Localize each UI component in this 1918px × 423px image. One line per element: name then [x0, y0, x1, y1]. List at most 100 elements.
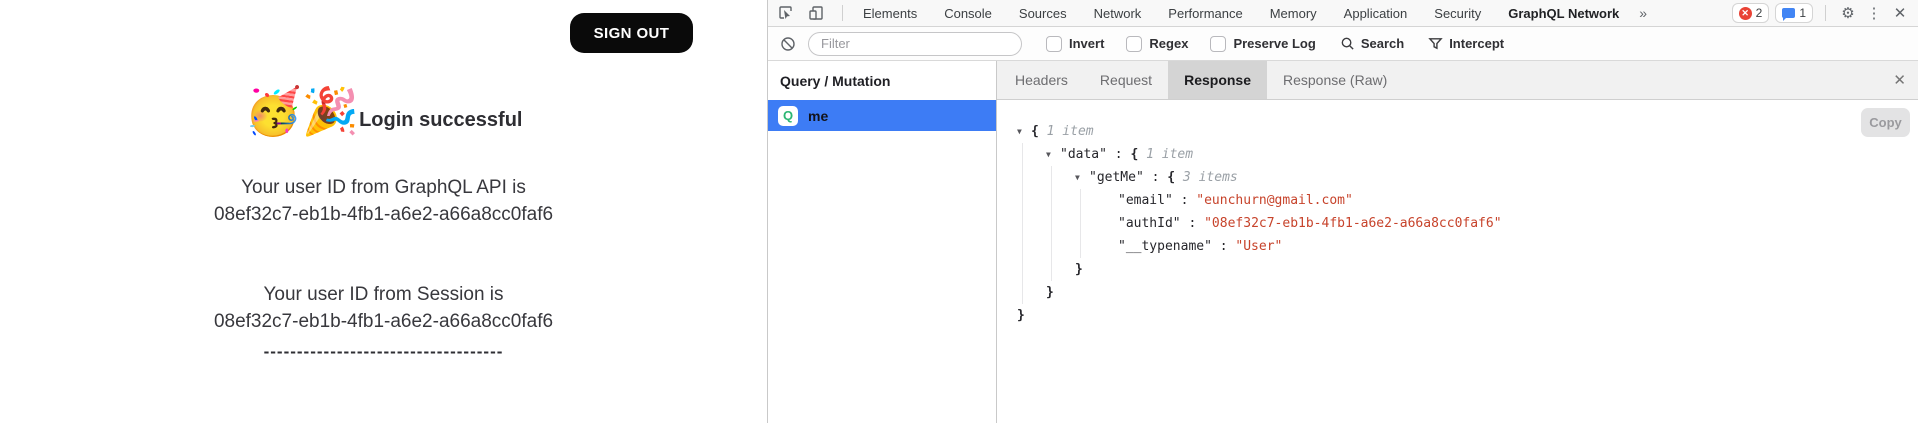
login-success-row: 🥳🎉 Login successful — [0, 86, 767, 137]
sign-out-button[interactable]: SIGN OUT — [570, 13, 693, 53]
json-tree-row: } — [1017, 304, 1918, 327]
json-token-meta: 1 item — [1039, 124, 1094, 139]
search-label: Search — [1361, 36, 1404, 51]
indent-guide — [1051, 212, 1075, 235]
regex-checkbox[interactable]: Regex — [1126, 36, 1188, 52]
indent-guide — [1022, 143, 1046, 166]
session-user-id-block: Your user ID from Session is 08ef32c7-eb… — [0, 281, 767, 335]
indent-guide — [1051, 189, 1075, 212]
detail-tab-headers[interactable]: Headers — [999, 61, 1084, 99]
indent-guide — [1080, 189, 1104, 212]
json-token-key: "__typename" — [1118, 239, 1212, 254]
json-token-brace: } — [1017, 308, 1025, 323]
json-token-key: "authId" — [1118, 216, 1181, 231]
tab-graphql-network[interactable]: GraphQL Network — [1508, 6, 1619, 21]
graphql-user-id-caption: Your user ID from GraphQL API is — [0, 174, 767, 201]
invert-label: Invert — [1069, 36, 1104, 51]
operations-sidebar: Query / Mutation Q me — [768, 61, 997, 423]
dashed-divider: ------------------------------------ — [0, 342, 767, 362]
copy-button[interactable]: Copy — [1861, 108, 1910, 137]
tab-application[interactable]: Application — [1344, 6, 1408, 21]
intercept-icon — [1428, 36, 1443, 51]
clear-filter-icon[interactable] — [778, 34, 798, 54]
tab-network[interactable]: Network — [1094, 6, 1142, 21]
message-count-badge[interactable]: 1 — [1775, 3, 1813, 23]
divider — [842, 5, 843, 21]
collapse-arrow-icon[interactable]: ▼ — [1046, 150, 1060, 159]
tab-security[interactable]: Security — [1434, 6, 1481, 21]
json-token-brace: { — [1167, 170, 1175, 185]
filter-toolbar: Invert Regex Preserve Log Search — [768, 27, 1918, 61]
indent-guide — [1022, 281, 1046, 304]
collapse-arrow-icon[interactable]: ▼ — [1017, 127, 1031, 136]
filter-input[interactable] — [808, 32, 1022, 56]
json-token-punct: : — [1107, 147, 1130, 162]
indent-guide — [1022, 166, 1046, 189]
json-token-brace: { — [1031, 124, 1039, 139]
tab-sources[interactable]: Sources — [1019, 6, 1067, 21]
screen: SIGN OUT 🥳🎉 Login successful Your user I… — [0, 0, 1918, 423]
indent-guide — [1080, 212, 1104, 235]
json-token-brace: } — [1046, 285, 1054, 300]
operation-row-me[interactable]: Q me — [768, 100, 996, 131]
indent-guide — [1051, 166, 1075, 189]
json-token-punct: : — [1212, 239, 1235, 254]
indent-guide — [1080, 235, 1104, 258]
json-token-brace: } — [1075, 262, 1083, 277]
json-token-meta: 3 items — [1175, 170, 1238, 185]
inspect-element-icon[interactable] — [776, 3, 796, 23]
graphql-user-id-value: 08ef32c7-eb1b-4fb1-a6e2-a66a8cc0faf6 — [0, 201, 767, 228]
indent-guide — [1022, 258, 1046, 281]
graphql-user-id-block: Your user ID from GraphQL API is 08ef32c… — [0, 174, 767, 228]
device-toolbar-icon[interactable] — [806, 3, 826, 23]
settings-gear-icon[interactable]: ⚙ — [1838, 3, 1858, 23]
error-count: 2 — [1756, 6, 1763, 20]
json-tree-row: "__typename" : "User" — [1017, 235, 1918, 258]
devtools-panel: Elements Console Sources Network Perform… — [767, 0, 1918, 423]
tab-performance[interactable]: Performance — [1168, 6, 1242, 21]
session-user-id-caption: Your user ID from Session is — [0, 281, 767, 308]
intercept-label: Intercept — [1449, 36, 1504, 51]
response-content: Copy ▼{ 1 item▼"data" : { 1 item▼"getMe"… — [997, 100, 1918, 423]
json-token-punct: : — [1144, 170, 1167, 185]
app-page: SIGN OUT 🥳🎉 Login successful Your user I… — [0, 0, 767, 423]
json-tree-row: "email" : "eunchurn@gmail.com" — [1017, 189, 1918, 212]
search-icon — [1340, 36, 1355, 51]
tab-console[interactable]: Console — [944, 6, 992, 21]
message-count: 1 — [1799, 6, 1806, 20]
json-tree-row: ▼{ 1 item — [1017, 120, 1918, 143]
invert-checkbox[interactable]: Invert — [1046, 36, 1104, 52]
json-token-value: "User" — [1235, 239, 1282, 254]
collapse-arrow-icon[interactable]: ▼ — [1075, 173, 1089, 182]
close-devtools-icon[interactable]: ✕ — [1890, 3, 1910, 23]
regex-label: Regex — [1149, 36, 1188, 51]
json-tree-row: ▼"data" : { 1 item — [1017, 143, 1918, 166]
search-button[interactable]: Search — [1340, 36, 1404, 51]
json-token-punct: : — [1173, 193, 1196, 208]
detail-tab-request[interactable]: Request — [1084, 61, 1168, 99]
preserve-log-label: Preserve Log — [1233, 36, 1315, 51]
devtools-tool-icons — [776, 3, 826, 23]
close-detail-icon[interactable]: ✕ — [1881, 61, 1918, 99]
detail-tab-response[interactable]: Response — [1168, 61, 1267, 99]
json-token-key: "email" — [1118, 193, 1173, 208]
devtools-tabbar-right: ✕ 2 1 ⚙ ⋮ ✕ — [1732, 3, 1910, 23]
preserve-log-checkbox[interactable]: Preserve Log — [1210, 36, 1315, 52]
intercept-button[interactable]: Intercept — [1428, 36, 1504, 51]
kebab-menu-icon[interactable]: ⋮ — [1864, 3, 1884, 23]
message-icon — [1782, 8, 1795, 18]
login-success-message: Login successful — [359, 109, 522, 137]
detail-tab-response-raw[interactable]: Response (Raw) — [1267, 61, 1403, 99]
party-emoji: 🥳🎉 — [245, 86, 360, 137]
operation-label: me — [808, 108, 828, 124]
error-count-badge[interactable]: ✕ 2 — [1732, 3, 1770, 23]
tab-elements[interactable]: Elements — [863, 6, 917, 21]
indent-guide — [1022, 235, 1046, 258]
json-token-punct: : — [1181, 216, 1204, 231]
json-tree-row: } — [1017, 258, 1918, 281]
json-token-value: "eunchurn@gmail.com" — [1196, 193, 1353, 208]
json-tree-row: } — [1017, 281, 1918, 304]
spacer — [1403, 61, 1881, 99]
more-tabs-icon[interactable]: » — [1639, 5, 1647, 21]
tab-memory[interactable]: Memory — [1270, 6, 1317, 21]
